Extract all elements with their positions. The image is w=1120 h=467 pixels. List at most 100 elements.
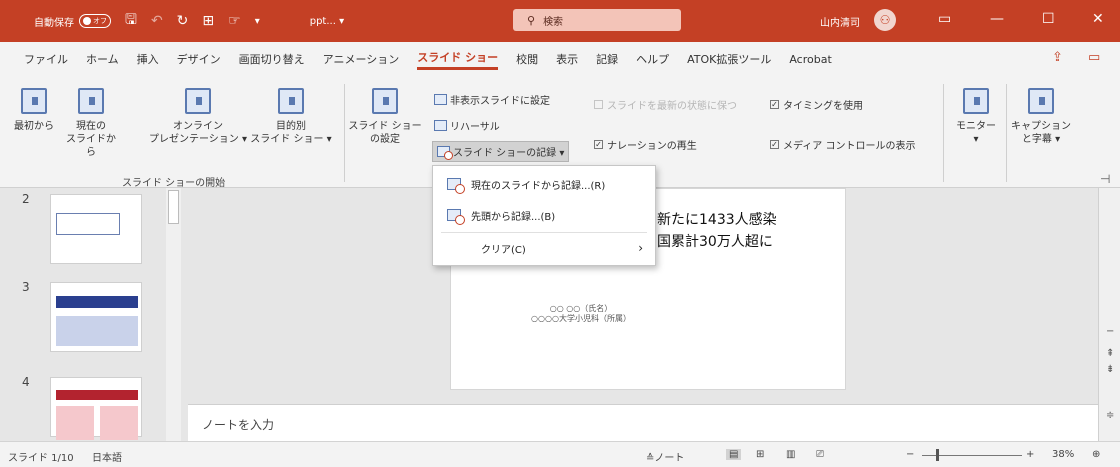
tab-insert[interactable]: 挿入	[137, 51, 159, 67]
from-current-button[interactable]: 現在の スライドから	[62, 88, 120, 159]
slide-thumbnail-3[interactable]	[50, 282, 142, 352]
search-input[interactable]: ⚲ 検索	[513, 9, 681, 31]
undo-icon[interactable]: ↶	[151, 13, 163, 29]
tab-help[interactable]: ヘルプ	[636, 51, 669, 67]
slide-number: 2	[22, 192, 30, 206]
hide-slide-button[interactable]: 非表示スライドに設定	[434, 92, 550, 107]
share-icon[interactable]: ⇪	[1052, 50, 1063, 65]
captions-icon	[1028, 88, 1054, 114]
slide-show-view-icon[interactable]: ⎚	[816, 449, 824, 460]
tab-record[interactable]: 記録	[596, 51, 618, 67]
record-icon	[437, 146, 453, 160]
tab-animations[interactable]: アニメーション	[323, 51, 400, 67]
from-beginning-button[interactable]: 最初から	[8, 88, 60, 133]
monitor-button[interactable]: モニター ▾	[948, 88, 1004, 146]
tab-acrobat[interactable]: Acrobat	[789, 53, 831, 66]
status-bar: スライド 1/10 日本語 ≙ノート ▤ ⊞ ▥ ⎚ − + 38% ⊕	[0, 441, 1120, 467]
close-button[interactable]: ✕	[1092, 11, 1104, 27]
menu-item-clear[interactable]: クリア(C) ›	[433, 234, 655, 262]
keep-updated-checkbox: スライドを最新の状態に保つ	[594, 97, 737, 112]
slide-title: 新たに1433人感染 国累計30万人超に	[657, 212, 777, 250]
tab-view[interactable]: 表示	[556, 51, 578, 67]
zoom-in-button[interactable]: +	[1026, 449, 1034, 460]
tab-transitions[interactable]: 画面切り替え	[239, 51, 305, 67]
monitor-icon	[963, 88, 989, 114]
thumbnail-pane: 2 3 4	[0, 188, 188, 441]
title-bar: 自動保存 オフ 🖫 ↶ ↻ ⊞ ☞ ▾ ppt... ▾ ⚲ 検索 山内清司 ⚇…	[0, 0, 1120, 42]
narration-checkbox[interactable]: ✓ ナレーションの再生	[594, 137, 697, 152]
play-from-current-icon	[78, 88, 104, 114]
custom-show-icon	[278, 88, 304, 114]
record-icon	[447, 209, 465, 225]
slide-number: 3	[22, 280, 30, 294]
zoom-slider-handle[interactable]	[936, 449, 939, 461]
right-scrollbar[interactable]: − ⇞ ⇟ ≑	[1098, 188, 1120, 441]
tab-slide-show[interactable]: スライド ショー	[417, 49, 499, 70]
zoom-level[interactable]: 38%	[1052, 449, 1074, 460]
group-divider	[344, 84, 345, 182]
media-controls-checkbox[interactable]: ✓ メディア コントロールの表示	[770, 137, 915, 152]
tab-atok[interactable]: ATOK拡張ツール	[687, 51, 771, 67]
autosave-label: 自動保存	[34, 17, 74, 29]
quick-access-toolbar: 🖫 ↶ ↻ ⊞ ☞ ▾	[125, 9, 274, 33]
setup-icon	[372, 88, 398, 114]
pin-ribbon-icon[interactable]: ⊣	[1100, 172, 1110, 186]
touch-icon[interactable]: ☞	[228, 13, 241, 29]
language-indicator[interactable]: 日本語	[92, 449, 122, 464]
hide-slide-icon	[434, 94, 447, 105]
ribbon-tabs: ファイル ホーム 挿入 デザイン 画面切り替え アニメーション スライド ショー…	[0, 42, 1120, 76]
split-icon[interactable]: ≑	[1106, 410, 1114, 421]
menu-item-record-from-current[interactable]: 現在のスライドから記録...(R)	[433, 170, 655, 198]
autosave-switch[interactable]: オフ	[79, 14, 111, 28]
ribbon-display-icon[interactable]: ▭	[938, 11, 951, 27]
autosave-toggle[interactable]: 自動保存 オフ	[34, 14, 111, 29]
customize-icon[interactable]: ▾	[255, 16, 260, 27]
slide-thumbnail-4[interactable]	[50, 377, 142, 440]
tab-file[interactable]: ファイル	[24, 51, 68, 67]
save-icon[interactable]: 🖫	[125, 9, 137, 33]
slide-presenter: ○○ ○○（氏名） ○○○○大学小児科（所属）	[531, 304, 631, 323]
comments-icon[interactable]: ▭	[1088, 50, 1100, 65]
notes-toggle-button[interactable]: ≙ノート	[646, 449, 684, 464]
record-dropdown-menu: 現在のスライドから記録...(R) 先頭から記録...(B) クリア(C) ›	[432, 165, 656, 266]
use-timings-checkbox[interactable]: ✓ タイミングを使用	[770, 97, 863, 112]
group-label-start: スライド ショーの開始	[122, 178, 226, 189]
menu-divider	[441, 232, 647, 233]
menu-item-record-from-beginning[interactable]: 先頭から記録...(B)	[433, 201, 655, 229]
slide-indicator: スライド 1/10	[8, 453, 74, 464]
zoom-out-button[interactable]: −	[906, 449, 914, 460]
rehearse-icon	[434, 120, 447, 131]
tab-home[interactable]: ホーム	[86, 51, 119, 67]
custom-slide-show-button[interactable]: 目的別 スライド ショー ▾	[248, 88, 334, 146]
user-name[interactable]: 山内清司	[820, 14, 860, 29]
maximize-button[interactable]: ☐	[1042, 11, 1055, 27]
rehearse-button[interactable]: リハーサル	[434, 118, 500, 133]
tab-review[interactable]: 校閲	[516, 51, 538, 67]
notes-pane[interactable]: ノートを入力	[188, 404, 1098, 441]
minimize-button[interactable]: —	[990, 11, 1004, 27]
redo-icon[interactable]: ↻	[177, 13, 189, 29]
next-slide-icon[interactable]: ⇟	[1106, 364, 1114, 375]
present-icon[interactable]: ⊞	[202, 13, 214, 29]
file-name[interactable]: ppt... ▾	[310, 16, 344, 27]
avatar[interactable]: ⚇	[874, 9, 896, 31]
submenu-arrow-icon: ›	[638, 241, 643, 255]
group-divider	[1006, 84, 1007, 182]
present-online-button[interactable]: オンライン プレゼンテーション ▾	[148, 88, 248, 146]
fit-to-window-icon[interactable]: ⊕	[1092, 449, 1100, 460]
record-slide-show-button[interactable]: スライド ショーの記録 ▾	[432, 141, 570, 162]
reading-view-icon[interactable]: ▥	[786, 449, 795, 460]
play-from-start-icon	[21, 88, 47, 114]
search-icon: ⚲	[527, 13, 536, 27]
thumbnail-scrollbar[interactable]	[166, 188, 181, 441]
scroll-mark-icon: −	[1106, 326, 1115, 337]
slide-sorter-icon[interactable]: ⊞	[756, 449, 764, 460]
normal-view-icon[interactable]: ▤	[726, 449, 742, 460]
tab-design[interactable]: デザイン	[177, 51, 221, 67]
setup-slide-show-button[interactable]: スライド ショー の設定	[346, 88, 424, 146]
slide-thumbnail-2[interactable]	[50, 194, 142, 264]
captions-button[interactable]: キャプション と字幕 ▾	[1010, 88, 1072, 146]
group-divider	[943, 84, 944, 182]
scrollbar-thumb[interactable]	[168, 190, 179, 224]
prev-slide-icon[interactable]: ⇞	[1106, 348, 1114, 359]
